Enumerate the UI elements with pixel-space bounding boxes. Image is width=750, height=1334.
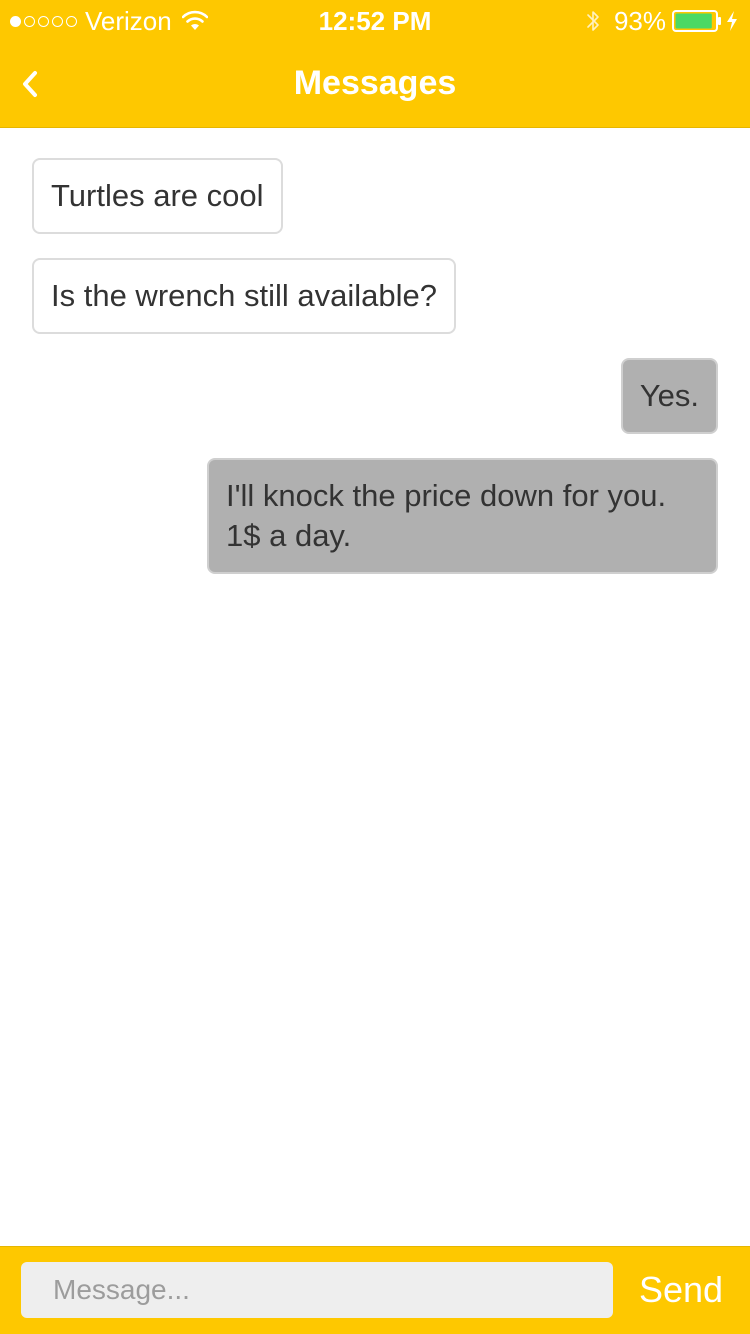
app-header: Verizon 12:52 PM 93% Messages bbox=[0, 0, 750, 128]
message-input[interactable] bbox=[21, 1262, 613, 1318]
outgoing-message: Yes. bbox=[620, 358, 718, 434]
message-list[interactable]: Turtles are cool Is the wrench still ava… bbox=[0, 128, 750, 1246]
battery-percentage: 93% bbox=[613, 5, 666, 36]
nav-bar: Messages bbox=[0, 40, 750, 128]
battery-icon bbox=[672, 10, 721, 32]
status-right: 93% bbox=[586, 6, 738, 36]
bluetooth-icon bbox=[587, 11, 599, 31]
status-bar: Verizon 12:52 PM 93% bbox=[0, 0, 750, 40]
message-composer: Send bbox=[0, 1246, 750, 1334]
send-button[interactable]: Send bbox=[628, 1261, 734, 1319]
page-title: Messages bbox=[293, 64, 457, 102]
incoming-message: Turtles are cool bbox=[32, 158, 283, 234]
incoming-message: Is the wrench still available? bbox=[32, 258, 456, 334]
outgoing-message: I'll knock the price down for you. 1$ a … bbox=[207, 458, 718, 574]
charging-bolt-icon bbox=[727, 11, 737, 31]
